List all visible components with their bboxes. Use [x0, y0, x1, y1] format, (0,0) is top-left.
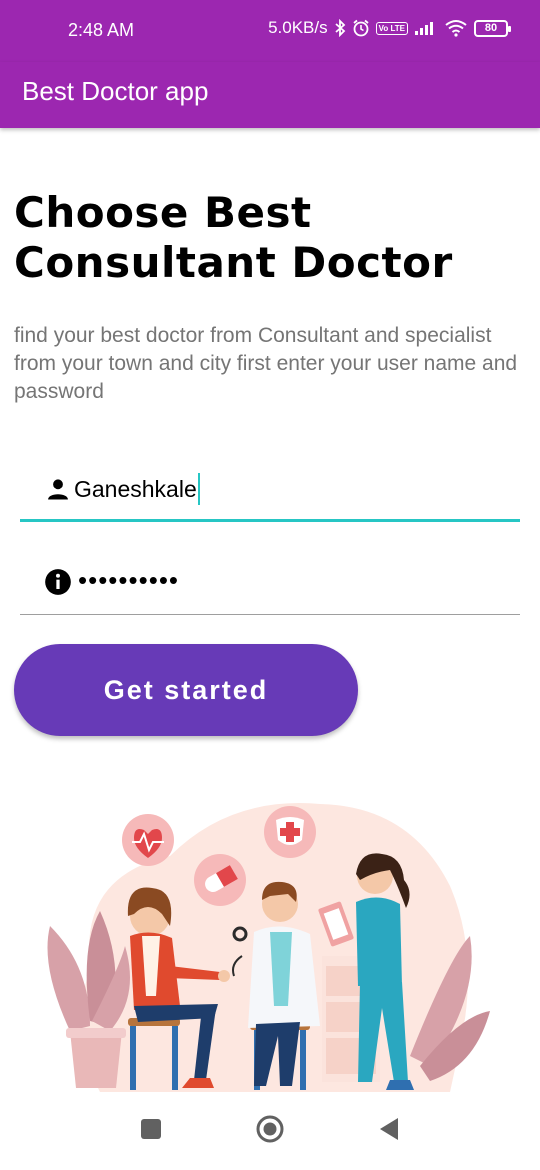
signal-icon [415, 22, 433, 35]
password-input[interactable]: •••••••••• [78, 565, 179, 596]
description-text: find your best doctor from Consultant an… [14, 324, 518, 403]
battery-icon: 80 [474, 19, 511, 37]
app-bar: Best Doctor app [0, 62, 540, 128]
page-title: Choose Best Consultant Doctor [14, 188, 524, 288]
info-icon [45, 569, 71, 595]
status-icons: 5.0KB/s Vo LTE 80 [268, 18, 511, 38]
volte-icon: Vo LTE [375, 21, 408, 35]
get-started-button[interactable]: Get started [14, 644, 358, 736]
password-field[interactable]: •••••••••• [20, 555, 520, 615]
bluetooth-icon [335, 19, 345, 37]
status-time: 2:48 AM [68, 20, 135, 40]
username-field[interactable]: Ganeshkale [20, 462, 520, 522]
alarm-icon [353, 19, 369, 37]
status-bar: 2:48 AM 5.0KB/s Vo LTE 80 [0, 0, 540, 62]
username-input[interactable]: Ganeshkale [74, 472, 200, 505]
wifi-icon [445, 20, 467, 37]
doctor-consultation-illustration [47, 803, 490, 1092]
text-cursor [197, 472, 200, 505]
system-nav-bar [0, 1092, 540, 1170]
network-speed: 5.0KB/s [268, 18, 328, 37]
page-title-line-2: Consultant Doctor [14, 238, 453, 287]
app-title: Best Doctor app [22, 76, 209, 106]
page-title-line-1: Choose Best [14, 188, 312, 237]
person-icon [48, 479, 68, 500]
circle-icon[interactable] [255, 1114, 285, 1144]
square-icon[interactable] [136, 1114, 166, 1144]
triangle-back-icon[interactable] [374, 1114, 404, 1144]
username-value: Ganeshkale [74, 476, 197, 502]
